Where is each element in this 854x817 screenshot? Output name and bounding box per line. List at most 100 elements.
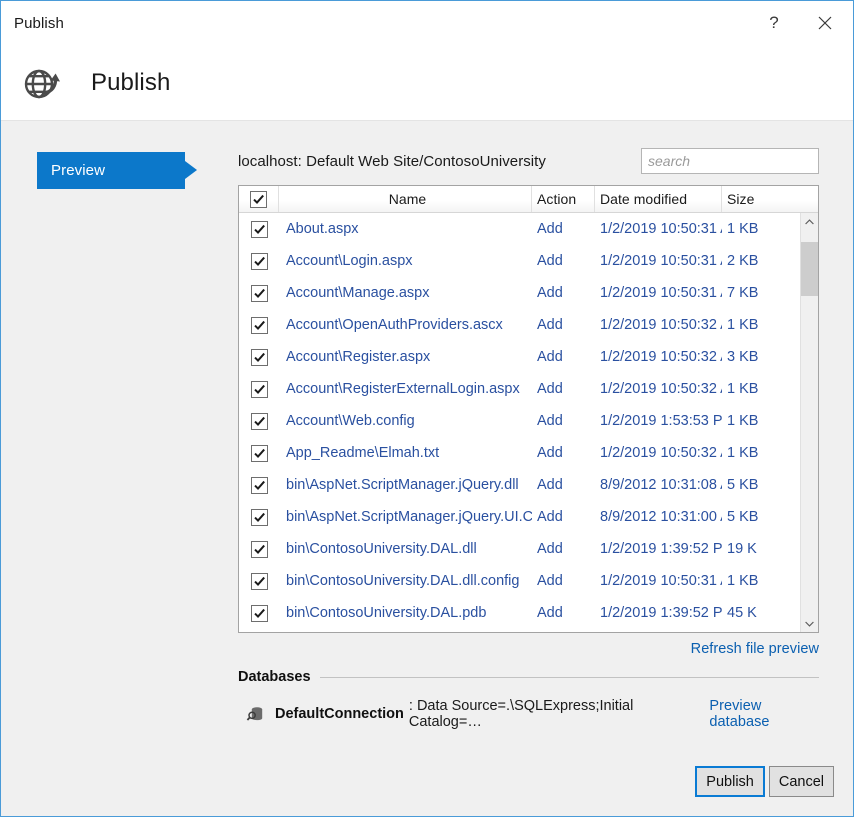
table-vertical-scrollbar[interactable] [800, 213, 818, 632]
cell-date-modified: 1/2/2019 10:50:31 AM [595, 253, 722, 269]
preview-database-link[interactable]: Preview database [709, 698, 819, 730]
table-row[interactable]: Account\Manage.aspxAdd1/2/2019 10:50:31 … [239, 277, 818, 309]
column-header-size[interactable]: Size [722, 186, 765, 212]
row-checkbox-cell[interactable] [239, 413, 279, 430]
refresh-row: Refresh file preview [238, 641, 819, 657]
table-row[interactable]: Account\OpenAuthProviders.ascxAdd1/2/201… [239, 309, 818, 341]
row-checkbox[interactable] [251, 285, 268, 302]
table-row[interactable]: bin\AspNet.ScriptManager.jQuery.UI.CAdd8… [239, 501, 818, 533]
row-checkbox-cell[interactable] [239, 605, 279, 622]
cell-date-modified: 1/2/2019 10:50:32 AM [595, 317, 722, 333]
cell-action: Add [532, 477, 595, 493]
scroll-thumb[interactable] [801, 242, 818, 296]
publish-button[interactable]: Publish [695, 766, 765, 797]
close-button[interactable] [797, 1, 853, 45]
cell-date-modified: 1/2/2019 1:39:52 PM [595, 605, 722, 621]
path-and-search-row: localhost: Default Web Site/ContosoUnive… [238, 148, 819, 174]
cell-date-modified: 1/2/2019 1:39:52 PM [595, 541, 722, 557]
row-checkbox-cell[interactable] [239, 381, 279, 398]
cell-date-modified: 1/2/2019 10:50:32 AM [595, 349, 722, 365]
cell-action: Add [532, 413, 595, 429]
scroll-track[interactable] [801, 230, 818, 615]
row-checkbox-cell[interactable] [239, 349, 279, 366]
dialog-body: Preview localhost: Default Web Site/Cont… [1, 121, 853, 816]
close-icon [818, 16, 832, 30]
sidebar-item-label: Preview [37, 162, 105, 179]
cell-size: 3 KB [722, 349, 765, 365]
column-header-action[interactable]: Action [532, 186, 595, 212]
table-row[interactable]: bin\AspNet.ScriptManager.jQuery.dllAdd8/… [239, 469, 818, 501]
globe-publish-icon [19, 61, 63, 105]
cancel-button[interactable]: Cancel [769, 766, 834, 797]
database-icon [246, 704, 266, 724]
cell-date-modified: 1/2/2019 10:50:31 AM [595, 221, 722, 237]
row-checkbox-cell[interactable] [239, 573, 279, 590]
cell-size: 19 K [722, 541, 765, 557]
row-checkbox-cell[interactable] [239, 221, 279, 238]
row-checkbox[interactable] [251, 253, 268, 270]
row-checkbox[interactable] [251, 317, 268, 334]
help-button[interactable]: ? [751, 1, 797, 45]
cell-name: bin\ContosoUniversity.DAL.dll.config [279, 573, 532, 589]
column-header-name[interactable]: Name [279, 186, 532, 212]
table-row[interactable]: bin\ContosoUniversity.DAL.dllAdd1/2/2019… [239, 533, 818, 565]
row-checkbox[interactable] [251, 413, 268, 430]
page-title: Publish [91, 69, 170, 97]
row-checkbox[interactable] [251, 541, 268, 558]
cell-date-modified: 1/2/2019 10:50:31 AM [595, 285, 722, 301]
row-checkbox[interactable] [251, 573, 268, 590]
table-row[interactable]: bin\ContosoUniversity.DAL.pdbAdd1/2/2019… [239, 597, 818, 629]
preview-pane: localhost: Default Web Site/ContosoUnive… [238, 121, 853, 816]
cell-action: Add [532, 253, 595, 269]
table-row[interactable]: Account\Web.configAdd1/2/2019 1:53:53 PM… [239, 405, 818, 437]
cell-size: 5 KB [722, 477, 765, 493]
check-icon [253, 415, 266, 428]
row-checkbox-cell[interactable] [239, 509, 279, 526]
check-icon [253, 223, 266, 236]
file-rows-container: About.aspxAdd1/2/2019 10:50:31 AM1 KBAcc… [239, 213, 818, 629]
select-all-checkbox[interactable] [250, 191, 267, 208]
column-header-date-modified[interactable]: Date modified [595, 186, 722, 212]
row-checkbox[interactable] [251, 381, 268, 398]
check-icon [253, 287, 266, 300]
table-row[interactable]: App_Readme\Elmah.txtAdd1/2/2019 10:50:32… [239, 437, 818, 469]
row-checkbox[interactable] [251, 445, 268, 462]
file-preview-table: Name Action Date modified Size About.asp… [238, 185, 819, 633]
search-input[interactable] [641, 148, 819, 174]
row-checkbox[interactable] [251, 509, 268, 526]
row-checkbox-cell[interactable] [239, 445, 279, 462]
scroll-down-button[interactable] [801, 615, 818, 632]
cell-date-modified: 1/2/2019 10:50:31 AM [595, 573, 722, 589]
window-title: Publish [1, 15, 64, 32]
cell-date-modified: 1/2/2019 10:50:32 AM [595, 381, 722, 397]
site-path-label: localhost: Default Web Site/ContosoUnive… [238, 153, 546, 170]
row-checkbox-cell[interactable] [239, 317, 279, 334]
cell-size: 5 KB [722, 509, 765, 525]
row-checkbox-cell[interactable] [239, 253, 279, 270]
cell-name: Account\Login.aspx [279, 253, 532, 269]
cell-action: Add [532, 541, 595, 557]
table-row[interactable]: bin\ContosoUniversity.DAL.dll.configAdd1… [239, 565, 818, 597]
sidebar-item-preview[interactable]: Preview [37, 152, 185, 189]
row-checkbox[interactable] [251, 349, 268, 366]
row-checkbox[interactable] [251, 221, 268, 238]
check-icon [253, 319, 266, 332]
refresh-file-preview-link[interactable]: Refresh file preview [691, 641, 819, 657]
table-row[interactable]: Account\Register.aspxAdd1/2/2019 10:50:3… [239, 341, 818, 373]
cell-size: 1 KB [722, 317, 765, 333]
dialog-footer: Publish Cancel [695, 766, 834, 797]
row-checkbox-cell[interactable] [239, 477, 279, 494]
cell-name: About.aspx [279, 221, 532, 237]
cell-name: Account\OpenAuthProviders.ascx [279, 317, 532, 333]
select-all-header[interactable] [239, 186, 279, 212]
row-checkbox-cell[interactable] [239, 541, 279, 558]
table-row[interactable]: Account\RegisterExternalLogin.aspxAdd1/2… [239, 373, 818, 405]
row-checkbox[interactable] [251, 605, 268, 622]
check-icon [253, 447, 266, 460]
cell-size: 2 KB [722, 253, 765, 269]
scroll-up-button[interactable] [801, 213, 818, 230]
row-checkbox[interactable] [251, 477, 268, 494]
table-row[interactable]: Account\Login.aspxAdd1/2/2019 10:50:31 A… [239, 245, 818, 277]
table-row[interactable]: About.aspxAdd1/2/2019 10:50:31 AM1 KB [239, 213, 818, 245]
row-checkbox-cell[interactable] [239, 285, 279, 302]
